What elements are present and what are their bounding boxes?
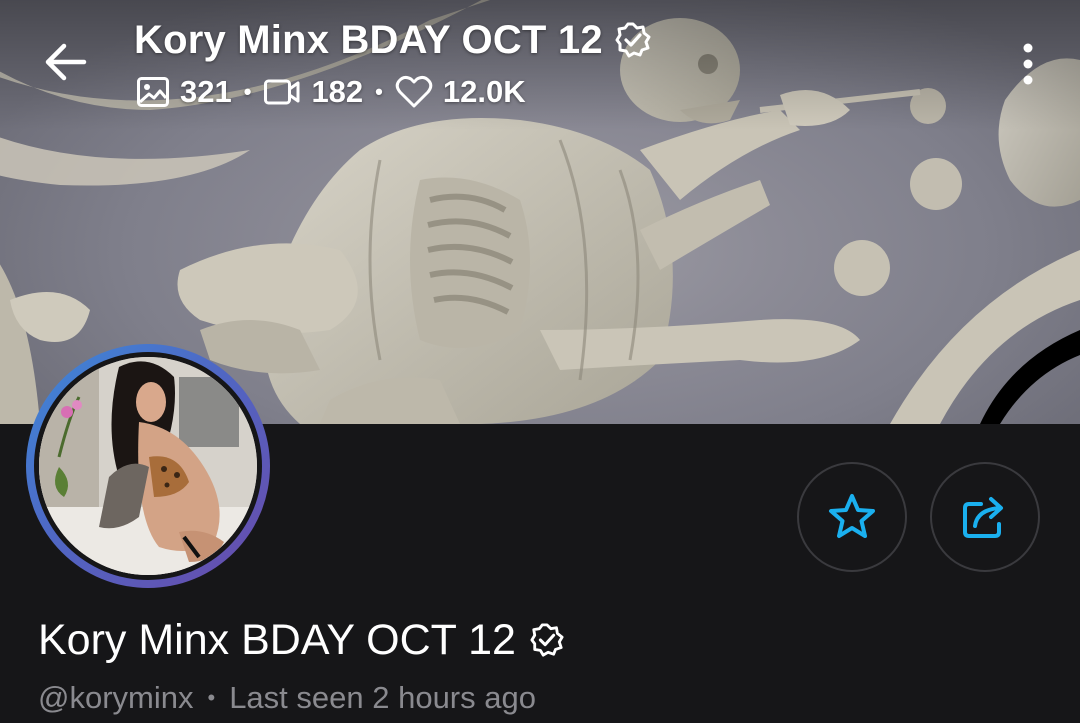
avatar-border bbox=[34, 352, 262, 580]
likes-count: 12.0K bbox=[442, 74, 526, 109]
verified-badge-icon bbox=[530, 623, 564, 657]
header-title-row: Kory Minx BDAY OCT 12 bbox=[134, 14, 651, 66]
avatar-image bbox=[39, 357, 257, 575]
vertical-dots-icon bbox=[1023, 43, 1033, 85]
likes-stat[interactable]: 12.0K bbox=[395, 74, 526, 110]
header-stats: 321 • 182 • 12.0K bbox=[136, 72, 526, 112]
videos-count: 182 bbox=[311, 74, 364, 109]
meta-separator: • bbox=[207, 685, 216, 710]
verified-badge-icon bbox=[615, 22, 651, 58]
last-seen-status: Last seen 2 hours ago bbox=[229, 680, 536, 715]
more-options-button[interactable] bbox=[1004, 36, 1052, 92]
back-button[interactable] bbox=[36, 34, 96, 90]
photos-count: 321 bbox=[180, 74, 232, 109]
share-button[interactable] bbox=[930, 462, 1040, 572]
share-icon bbox=[963, 497, 1003, 538]
image-icon bbox=[137, 77, 169, 107]
username: @koryminx bbox=[38, 680, 194, 715]
heart-icon bbox=[395, 75, 433, 108]
video-camera-icon bbox=[264, 79, 300, 105]
videos-stat[interactable]: 182 bbox=[263, 74, 363, 110]
arrow-left-icon bbox=[45, 43, 87, 81]
profile-name-row: Kory Minx BDAY OCT 12 bbox=[38, 612, 564, 668]
star-icon bbox=[829, 494, 875, 538]
stats-separator: • bbox=[375, 79, 383, 104]
avatar-photo bbox=[39, 357, 257, 575]
profile-name: Kory Minx BDAY OCT 12 bbox=[38, 615, 516, 664]
stats-separator: • bbox=[243, 79, 252, 104]
photos-stat[interactable]: 321 bbox=[136, 74, 232, 110]
avatar[interactable] bbox=[26, 344, 270, 588]
profile-meta: @koryminx • Last seen 2 hours ago bbox=[38, 676, 536, 720]
header-title: Kory Minx BDAY OCT 12 bbox=[134, 17, 603, 62]
favorite-button[interactable] bbox=[797, 462, 907, 572]
